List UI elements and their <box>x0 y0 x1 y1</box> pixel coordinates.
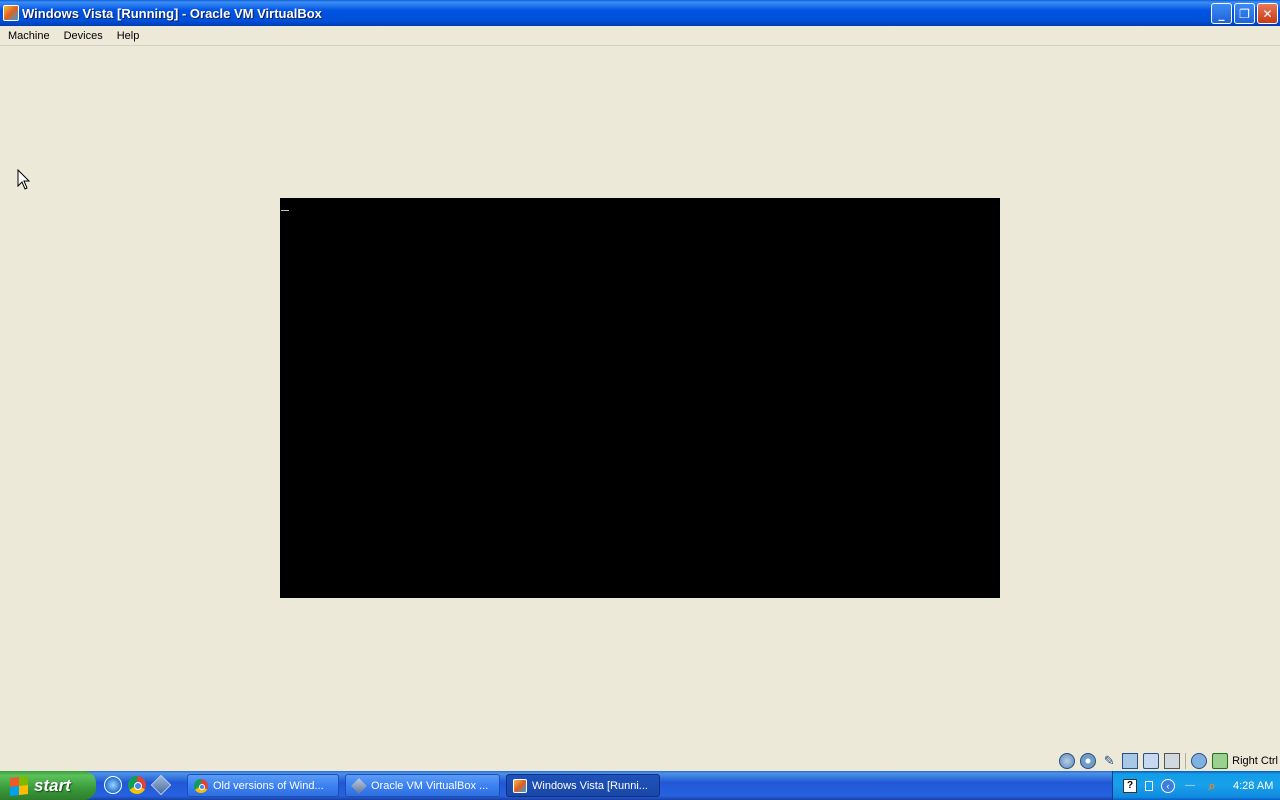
vista-vm-icon <box>513 778 527 793</box>
title-bar[interactable]: Windows Vista [Running] - Oracle VM Virt… <box>0 0 1280 26</box>
start-button[interactable]: start <box>0 771 96 800</box>
taskbar: start Old versions of Wind... Oracle VM … <box>0 771 1280 800</box>
task-label: Windows Vista [Runni... <box>532 779 648 792</box>
menu-devices[interactable]: Devices <box>58 28 109 44</box>
minimize-button[interactable]: _ <box>1211 3 1232 24</box>
virtualbox-vm-icon[interactable] <box>3 5 19 21</box>
host-key-label: Right Ctrl <box>1232 754 1278 767</box>
task-label: Old versions of Wind... <box>213 779 324 792</box>
back-arrow-icon[interactable]: ‹ <box>1161 778 1175 793</box>
display-icon[interactable] <box>1164 752 1181 769</box>
start-label: start <box>34 775 71 795</box>
close-button[interactable]: ✕ <box>1257 3 1278 24</box>
help-icon[interactable]: ? <box>1123 778 1137 793</box>
usb-icon[interactable]: ✎ <box>1101 753 1117 769</box>
video-capture-icon[interactable] <box>1191 752 1208 769</box>
search-icon[interactable]: ⌕ <box>1205 778 1219 793</box>
task-button-windows-vista[interactable]: Windows Vista [Runni... <box>506 774 660 797</box>
windows-logo-icon <box>10 775 28 796</box>
restore-button[interactable]: ❐ <box>1234 3 1255 24</box>
menu-help[interactable]: Help <box>111 28 146 44</box>
virtualbox-icon[interactable] <box>150 774 172 796</box>
optical-drive-icon[interactable] <box>1080 752 1097 769</box>
virtualbox-icon <box>351 777 367 794</box>
task-button-chrome[interactable]: Old versions of Wind... <box>187 774 339 797</box>
chrome-icon[interactable] <box>128 776 146 794</box>
vm-status-bar: ✎ Right Ctrl <box>0 750 1280 771</box>
text-cursor <box>281 210 289 211</box>
task-label: Oracle VM VirtualBox ... <box>371 779 489 792</box>
status-separator <box>1185 752 1187 769</box>
chrome-icon <box>194 778 208 793</box>
quick-launch <box>104 774 172 796</box>
menu-machine[interactable]: Machine <box>2 28 56 44</box>
menu-bar: Machine Devices Help <box>0 26 1280 46</box>
system-tray: ? ‹ — ⌕ 4:28 AM <box>1112 771 1280 800</box>
internet-explorer-icon[interactable] <box>104 776 122 794</box>
network-icon[interactable] <box>1122 752 1139 769</box>
dash-icon[interactable]: — <box>1183 779 1197 793</box>
mouse-pointer-icon <box>17 169 31 190</box>
window-title: Windows Vista [Running] - Oracle VM Virt… <box>22 5 322 21</box>
task-button-virtualbox[interactable]: Oracle VM VirtualBox ... <box>345 774 500 797</box>
clock[interactable]: 4:28 AM <box>1233 780 1273 792</box>
vm-screen[interactable] <box>280 198 1000 598</box>
mouse-integration-icon[interactable] <box>1212 752 1229 769</box>
network-tray-icon[interactable] <box>1145 780 1153 791</box>
window-controls: _ ❐ ✕ <box>1211 3 1278 24</box>
shared-folders-icon[interactable] <box>1143 752 1160 769</box>
hard-disk-icon[interactable] <box>1059 752 1076 769</box>
